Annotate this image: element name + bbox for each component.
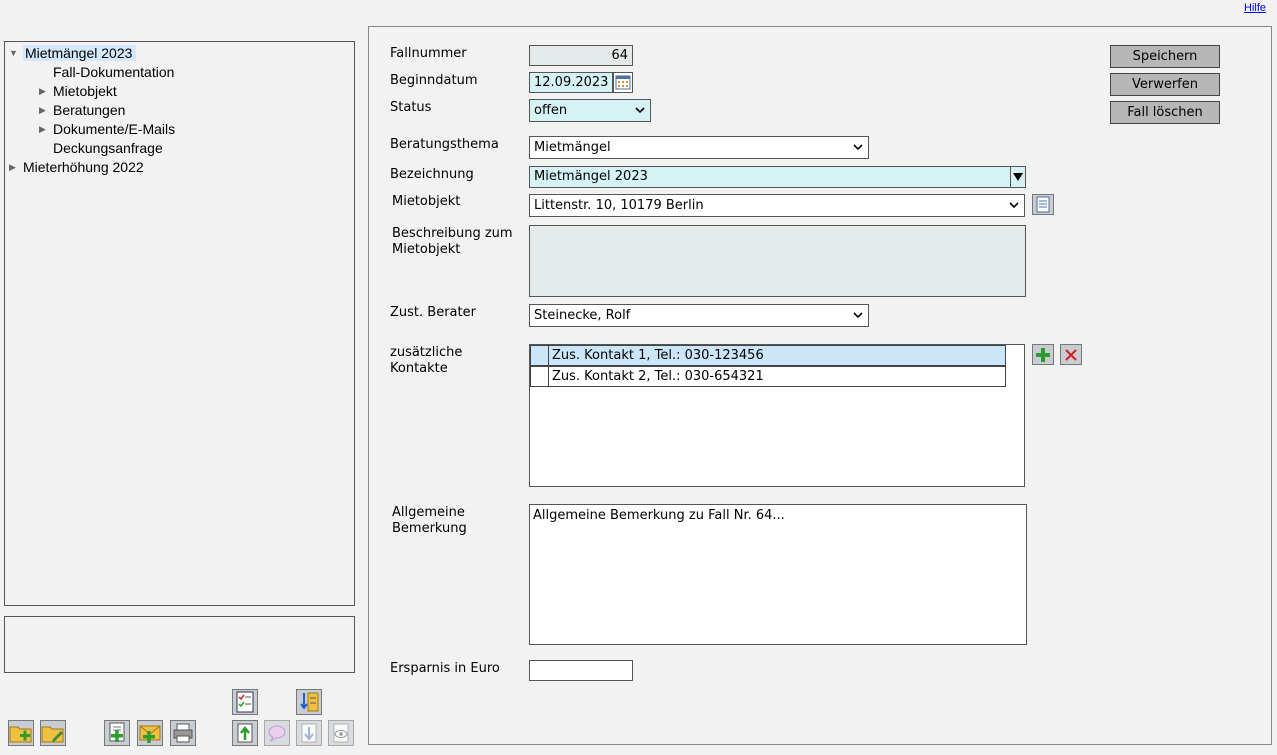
bemerkung-label-line1: Allgemeine bbox=[392, 505, 465, 520]
save-button[interactable]: Speichern bbox=[1110, 45, 1220, 68]
tree-item-label: Deckungsanfrage bbox=[53, 140, 163, 156]
mietobjekt-select[interactable]: Littenstr. 10, 10179 Berlin bbox=[529, 194, 1025, 217]
chevron-down-icon bbox=[1009, 202, 1019, 209]
document-add-icon[interactable] bbox=[104, 720, 130, 746]
status-value: offen bbox=[534, 103, 568, 118]
berater-select[interactable]: Steinecke, Rolf bbox=[529, 304, 869, 327]
tree-item-label: Mieterhöhung 2022 bbox=[23, 159, 144, 175]
bezeichnung-dropdown-button[interactable] bbox=[1010, 166, 1026, 188]
beratungsthema-value: Mietmängel bbox=[534, 140, 611, 155]
delete-case-button[interactable]: Fall löschen bbox=[1110, 101, 1220, 124]
tree-item-label: Beratungen bbox=[53, 102, 126, 118]
beschreibung-label: Beschreibung zum Mietobjekt bbox=[392, 226, 513, 258]
tree-item-dokumente[interactable]: ▶ Dokumente/E-Mails bbox=[39, 120, 175, 139]
collapsed-arrow-icon[interactable]: ▶ bbox=[39, 101, 46, 120]
info-panel bbox=[4, 616, 355, 673]
help-link[interactable]: Hilfe bbox=[1244, 2, 1266, 14]
chevron-down-icon bbox=[853, 144, 863, 151]
document-icon bbox=[1036, 196, 1050, 213]
berater-value: Steinecke, Rolf bbox=[534, 308, 631, 323]
beratungsthema-label: Beratungsthema bbox=[390, 137, 499, 152]
plus-icon bbox=[1036, 347, 1050, 362]
mietobjekt-value: Littenstr. 10, 10179 Berlin bbox=[534, 198, 704, 213]
berater-label: Zust. Berater bbox=[390, 305, 476, 320]
download-sort-icon[interactable] bbox=[296, 689, 322, 715]
kontakte-label-line2: Kontakte bbox=[390, 361, 448, 376]
row-selector[interactable] bbox=[531, 367, 549, 386]
tree-item-beratungen[interactable]: ▶ Beratungen bbox=[39, 101, 125, 120]
tree-item-label: Mietmängel 2023 bbox=[23, 45, 137, 61]
bemerkung-label-line2: Bemerkung bbox=[392, 521, 467, 536]
collapsed-arrow-icon[interactable]: ▶ bbox=[39, 120, 46, 139]
contact-text: Zus. Kontakt 1, Tel.: 030-123456 bbox=[552, 348, 764, 363]
tree-item-label: Mietobjekt bbox=[53, 83, 117, 99]
case-tree-panel: ▼ Mietmängel 2023 Fall-Dokumentation ▶ M… bbox=[4, 41, 355, 606]
status-label: Status bbox=[390, 100, 432, 115]
mietobjekt-details-button[interactable] bbox=[1032, 194, 1054, 215]
tree-item-fall-dokumentation[interactable]: Fall-Dokumentation bbox=[53, 63, 174, 82]
contacts-list: Zus. Kontakt 1, Tel.: 030-123456 Zus. Ko… bbox=[529, 344, 1025, 487]
tree-item-mietobjekt[interactable]: ▶ Mietobjekt bbox=[39, 82, 117, 101]
expanded-arrow-icon[interactable]: ▼ bbox=[9, 44, 18, 63]
tree-item-label: Fall-Dokumentation bbox=[53, 64, 175, 80]
beratungsthema-select[interactable]: Mietmängel bbox=[529, 136, 869, 159]
print-icon[interactable] bbox=[170, 720, 196, 746]
kontakte-label-line1: zusätzliche bbox=[390, 345, 463, 360]
kontakte-label: zusätzliche Kontakte bbox=[390, 345, 462, 377]
tree-item-label: Dokumente/E-Mails bbox=[53, 121, 176, 137]
chevron-down-icon bbox=[635, 107, 645, 114]
bezeichnung-label: Bezeichnung bbox=[390, 167, 474, 182]
collapsed-arrow-icon[interactable]: ▶ bbox=[39, 82, 46, 101]
folder-add-icon[interactable] bbox=[8, 720, 34, 746]
tree-item-mieterhoehung-2022[interactable]: ▶ Mieterhöhung 2022 bbox=[9, 158, 144, 177]
ersparnis-label: Ersparnis in Euro bbox=[390, 661, 500, 676]
ersparnis-field[interactable] bbox=[529, 660, 633, 681]
beschreibung-label-line2: Mietobjekt bbox=[392, 242, 461, 257]
bemerkung-label: Allgemeine Bemerkung bbox=[392, 505, 467, 537]
comment-icon[interactable] bbox=[264, 720, 290, 746]
add-contact-button[interactable] bbox=[1032, 344, 1054, 365]
beschreibung-textarea[interactable] bbox=[529, 225, 1026, 297]
beschreibung-label-line1: Beschreibung zum bbox=[392, 226, 513, 241]
close-icon bbox=[1065, 348, 1077, 361]
bemerkung-textarea[interactable]: Allgemeine Bemerkung zu Fall Nr. 64... bbox=[529, 504, 1027, 645]
remove-contact-button[interactable] bbox=[1060, 344, 1082, 365]
contact-text: Zus. Kontakt 2, Tel.: 030-654321 bbox=[552, 369, 764, 384]
tree-item-deckungsanfrage[interactable]: Deckungsanfrage bbox=[53, 139, 163, 158]
mietobjekt-label: Mietobjekt bbox=[392, 194, 461, 209]
fallnummer-field: 64 bbox=[529, 45, 633, 66]
download-icon[interactable] bbox=[296, 720, 322, 746]
envelope-add-icon[interactable] bbox=[137, 720, 163, 746]
folder-edit-icon[interactable] bbox=[40, 720, 66, 746]
discard-button[interactable]: Verwerfen bbox=[1110, 73, 1220, 96]
contact-row[interactable]: Zus. Kontakt 2, Tel.: 030-654321 bbox=[530, 366, 1006, 387]
beginndatum-label: Beginndatum bbox=[390, 73, 478, 88]
fallnummer-label: Fallnummer bbox=[390, 46, 467, 61]
row-selector[interactable] bbox=[531, 346, 549, 365]
collapsed-arrow-icon[interactable]: ▶ bbox=[9, 158, 16, 177]
contact-row[interactable]: Zus. Kontakt 1, Tel.: 030-123456 bbox=[530, 345, 1006, 366]
status-select[interactable]: offen bbox=[529, 99, 651, 122]
beginndatum-field[interactable]: 12.09.2023 bbox=[529, 72, 613, 93]
triangle-down-icon bbox=[1013, 173, 1023, 181]
checklist-icon[interactable] bbox=[232, 689, 258, 715]
chevron-down-icon bbox=[853, 312, 863, 319]
bezeichnung-field[interactable]: Mietmängel 2023 bbox=[529, 166, 1011, 188]
view-icon[interactable] bbox=[328, 720, 354, 746]
tree-item-mietmaengel-2023[interactable]: ▼ Mietmängel 2023 bbox=[9, 44, 137, 63]
upload-icon[interactable] bbox=[232, 720, 258, 746]
calendar-icon[interactable] bbox=[613, 72, 633, 93]
